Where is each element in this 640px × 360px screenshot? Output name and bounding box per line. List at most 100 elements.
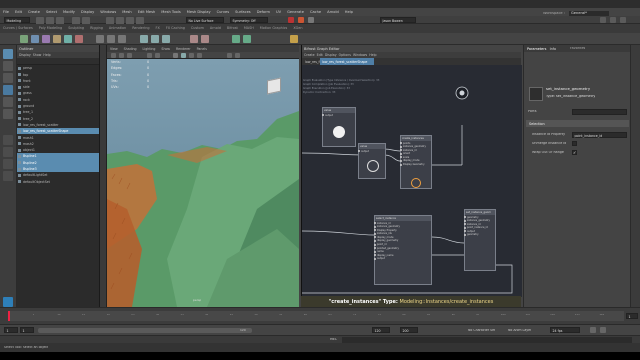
menu-modify[interactable]: Modify: [63, 10, 75, 14]
select-tool-icon[interactable]: [3, 49, 13, 59]
shelf-tab[interactable]: Animation: [106, 24, 129, 30]
menu-select[interactable]: Select: [46, 10, 57, 14]
menu-uv[interactable]: UV: [276, 10, 281, 14]
viewport-menu-view[interactable]: View: [107, 45, 121, 52]
time-slider[interactable]: 5 10 15 20 25 30 35 40 45 50 55 60 65 70 75 80 85 90 95 100…: [0, 307, 640, 324]
graph-node-select-instance[interactable]: select_instance instance_id instance_geo…: [373, 215, 432, 285]
auto-key-icon[interactable]: [590, 327, 596, 333]
character-set-label[interactable]: No Character Set: [468, 329, 495, 332]
menu-mesh-tools[interactable]: Mesh Tools: [161, 10, 180, 14]
shelf-revolve-icon[interactable]: [118, 35, 126, 43]
graph-node-set-instance-geometry[interactable]: set_instance_geom geometry instance_geom…: [463, 209, 496, 271]
menu-surfaces[interactable]: Surfaces: [235, 10, 251, 14]
view-cube[interactable]: [267, 77, 281, 95]
shelf-tab[interactable]: FX Caching: [163, 24, 188, 30]
shelf-custom-icon[interactable]: [290, 35, 298, 43]
graph-menu-create[interactable]: Create: [304, 53, 315, 57]
channel-box-toggle-icon[interactable]: [620, 16, 626, 23]
animation-prefs-icon[interactable]: [600, 327, 606, 333]
viewport-3d[interactable]: persp: [107, 59, 299, 307]
menu-windows[interactable]: Windows: [100, 10, 116, 14]
menu-cache[interactable]: Cache: [310, 10, 321, 14]
node-port[interactable]: output: [373, 257, 431, 261]
shelf-sphere-icon[interactable]: [42, 35, 50, 43]
menu-mesh-display[interactable]: Mesh Display: [187, 10, 211, 14]
shelf-tab[interactable]: FX: [153, 24, 163, 30]
shelf-bevel-icon[interactable]: [140, 35, 148, 43]
single-view-layout-icon[interactable]: [3, 135, 13, 145]
viewport-menu-lighting[interactable]: Lighting: [140, 45, 159, 52]
smooth-shade-icon[interactable]: [181, 52, 186, 58]
channel-box-collapsed[interactable]: [630, 45, 640, 307]
shelf-tab[interactable]: Sculpting: [65, 24, 87, 30]
outliner-menu-show[interactable]: Show: [33, 53, 42, 57]
menu-help[interactable]: Help: [345, 10, 353, 14]
command-language-label[interactable]: MEL: [330, 338, 337, 341]
graph-menu-windows[interactable]: Windows: [353, 53, 367, 57]
shelf-tab[interactable]: Rigging: [87, 24, 106, 30]
outliner-item[interactable]: defaultObjectSet: [17, 178, 99, 184]
ipr-render-icon[interactable]: [298, 16, 304, 23]
shelf-merge-icon[interactable]: [162, 35, 170, 43]
textured-icon[interactable]: [189, 52, 194, 58]
menu-deform[interactable]: Deform: [257, 10, 270, 14]
viewport-menu-shading[interactable]: Shading: [121, 45, 140, 52]
symmetry-dropdown[interactable]: Symmetry: Off: [230, 17, 268, 23]
graph-menu-edit[interactable]: Edit: [317, 53, 323, 57]
ports-filter-field[interactable]: [572, 109, 627, 115]
shelf-tab[interactable]: Bifrost: [224, 24, 241, 30]
tab-favorites[interactable]: Favorites: [570, 47, 585, 50]
outliner-menu-display[interactable]: Display: [19, 53, 31, 57]
mode-dropdown[interactable]: Modeling: [4, 17, 30, 23]
rotate-tool-icon[interactable]: [3, 97, 13, 107]
graph-menu-help[interactable]: Help: [369, 53, 376, 57]
render-icon[interactable]: [288, 16, 294, 23]
paint-select-tool-icon[interactable]: [3, 73, 13, 83]
panel-splitter[interactable]: [100, 45, 107, 307]
shelf-curve-icon[interactable]: [20, 35, 28, 43]
modeling-toolkit-icon[interactable]: [600, 16, 606, 23]
lights-icon[interactable]: [197, 52, 202, 58]
live-surface-field[interactable]: No Live Surface: [186, 17, 224, 23]
shelf-tab[interactable]: XGen: [290, 24, 305, 30]
current-time-marker[interactable]: [8, 311, 10, 321]
viewport-menu-panels[interactable]: Panels: [194, 45, 210, 52]
menu-edit[interactable]: Edit: [15, 10, 22, 14]
shelf-loft-icon[interactable]: [107, 35, 115, 43]
graph-node-create-instances[interactable]: create_instances points instance_geometr…: [399, 135, 432, 189]
wireframe-icon[interactable]: [173, 52, 178, 58]
menu-generate[interactable]: Generate: [287, 10, 304, 14]
node-port[interactable]: output: [357, 149, 385, 153]
shelf-tab[interactable]: Poly Modeling: [36, 24, 65, 30]
unmerge-instance-id-checkbox[interactable]: [572, 141, 577, 146]
menu-arnold[interactable]: Arnold: [327, 10, 339, 14]
playback-end-field[interactable]: 120: [372, 327, 390, 333]
fps-dropdown[interactable]: 24 fps: [550, 327, 580, 333]
section-selection-header[interactable]: Selection: [526, 120, 629, 127]
graph-node-value[interactable]: value output: [357, 143, 386, 179]
viewport-menu-renderer[interactable]: Renderer: [173, 45, 194, 52]
shelf-extrude-icon[interactable]: [96, 35, 104, 43]
side-by-side-layout-icon[interactable]: [3, 159, 13, 169]
start-time-field[interactable]: 1: [4, 327, 18, 333]
xray-icon[interactable]: [235, 52, 240, 58]
shelf-combine-icon[interactable]: [190, 35, 198, 43]
render-settings-icon[interactable]: [308, 16, 314, 23]
shelf-tab[interactable]: Curves / Surfaces: [0, 24, 36, 30]
shelf-cylinder-icon[interactable]: [64, 35, 72, 43]
outliner-menu-help[interactable]: Help: [43, 53, 50, 57]
menu-display[interactable]: Display: [81, 10, 94, 14]
graph-menu-display[interactable]: Display: [325, 53, 337, 57]
outliner-search-field[interactable]: [17, 58, 99, 65]
end-time-field[interactable]: 200: [400, 327, 418, 333]
viewport-menu-show[interactable]: Show: [158, 45, 173, 52]
anim-layer-label[interactable]: No Anim Layer: [508, 329, 531, 332]
node-port[interactable]: Display Geometry: [399, 163, 431, 167]
grid-toggle-icon[interactable]: [147, 52, 152, 58]
shelf-bridge-icon[interactable]: [151, 35, 159, 43]
isolate-select-icon[interactable]: [227, 52, 232, 58]
shelf-cone-icon[interactable]: [75, 35, 83, 43]
menu-file[interactable]: File: [3, 10, 9, 14]
attribute-editor-toggle-icon[interactable]: [610, 16, 616, 23]
four-view-layout-icon[interactable]: [3, 147, 13, 157]
